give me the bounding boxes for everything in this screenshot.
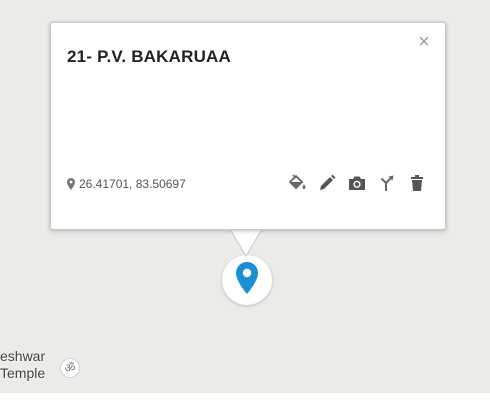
coordinates-text: 26.41701, 83.50697 xyxy=(79,177,186,191)
trash-icon[interactable] xyxy=(407,173,427,193)
map-canvas[interactable]: eshwar Temple ॐ 21- P.V. BAKARUAA × 26.4… xyxy=(0,0,490,405)
poi-label-line1: eshwar xyxy=(0,348,46,364)
marker-info-popup: 21- P.V. BAKARUAA × 26.41701, 83.50697 xyxy=(50,22,446,230)
close-button[interactable]: × xyxy=(415,32,433,52)
map-marker-icon[interactable] xyxy=(235,261,259,295)
map-bottom-edge xyxy=(0,393,490,405)
popup-title: 21- P.V. BAKARUAA xyxy=(67,47,232,66)
directions-icon[interactable] xyxy=(377,173,397,193)
poi-temple-label[interactable]: eshwar Temple xyxy=(0,348,45,382)
coordinates-readout: 26.41701, 83.50697 xyxy=(67,177,186,191)
poi-label-line2: Temple xyxy=(0,365,46,381)
location-pin-icon xyxy=(67,178,75,190)
om-icon[interactable]: ॐ xyxy=(60,358,80,378)
pencil-icon[interactable] xyxy=(317,173,337,193)
paint-bucket-icon[interactable] xyxy=(287,173,307,193)
popup-toolbar xyxy=(287,173,427,193)
camera-icon[interactable] xyxy=(347,173,367,193)
popup-tail xyxy=(229,229,263,257)
